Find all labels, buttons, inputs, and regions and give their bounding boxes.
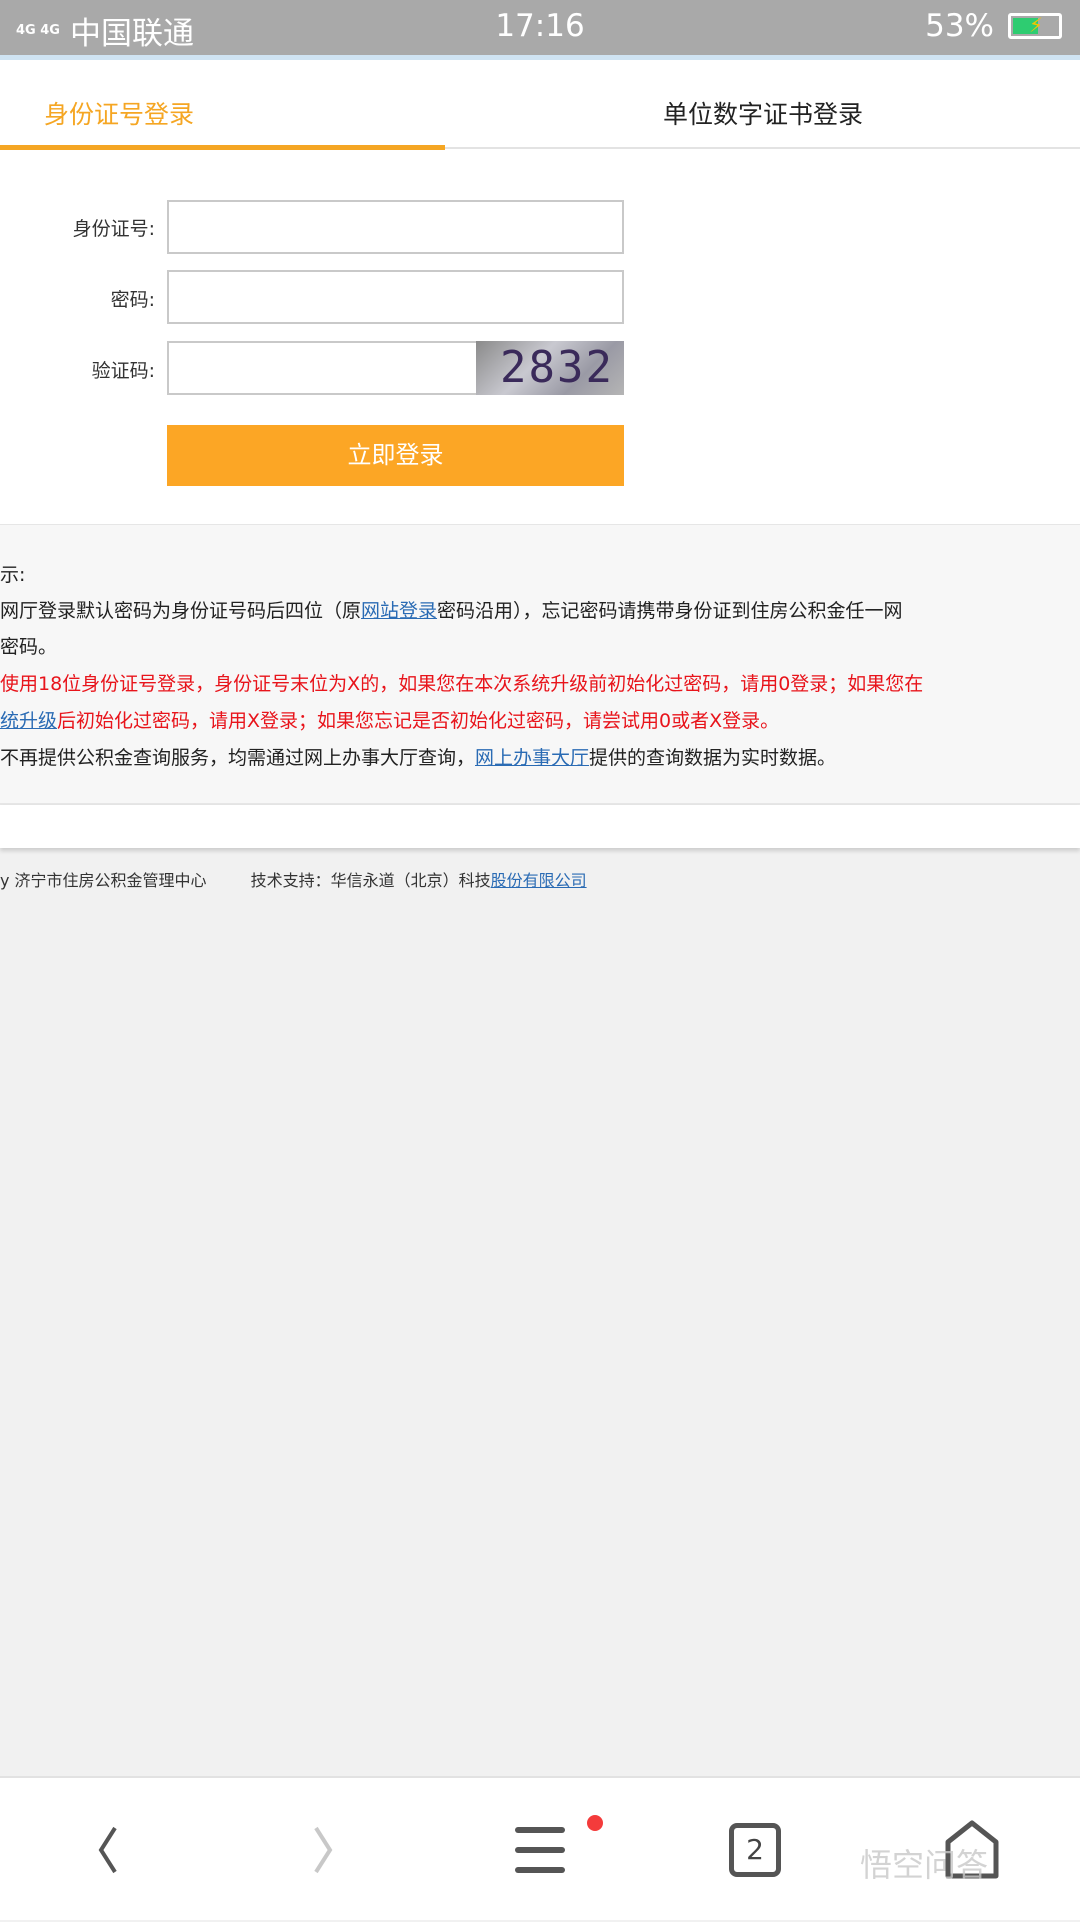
chevron-right-icon xyxy=(314,1826,333,1874)
id-number-input[interactable] xyxy=(167,200,624,254)
tab-id-login[interactable]: 身份证号登录 xyxy=(44,95,194,131)
spacer-band xyxy=(0,805,1080,848)
tip-line-4: 统升级后初始化过密码，请用X登录；如果您忘记是否初始化过密码，请尝试用0或者X登… xyxy=(0,706,779,733)
tips-heading: 示: xyxy=(0,564,26,586)
website-login-link[interactable]: 网站登录 xyxy=(361,600,437,622)
tip-text: 后初始化过密码，请用X登录；如果您忘记是否初始化过密码，请尝试用0或者X登录。 xyxy=(57,710,780,732)
tab-certificate-login[interactable]: 单位数字证书登录 xyxy=(663,95,863,131)
tip-text: 提供的查询数据为实时数据。 xyxy=(589,747,837,769)
tabs-button[interactable]: 2 xyxy=(695,1778,815,1922)
tabs-icon: 2 xyxy=(729,1823,781,1877)
active-tab-indicator xyxy=(0,145,445,150)
forward-button[interactable] xyxy=(263,1778,383,1922)
tip-text: 网厅登录默认密码为身份证号码后四位（原 xyxy=(0,600,362,622)
tip-line-1: 网厅登录默认密码为身份证号码后四位（原网站登录密码沿用），忘记密码请携带身份证到… xyxy=(0,596,903,623)
password-label: 密码: xyxy=(110,289,155,311)
footer-support: 技术支持：华信永道（北京）科技 xyxy=(250,871,491,890)
battery-percent: 53% xyxy=(925,8,994,44)
back-button[interactable] xyxy=(48,1778,168,1922)
clock: 17:16 xyxy=(495,8,585,44)
id-label: 身份证号: xyxy=(72,218,155,240)
footer-owner: y 济宁市住房公积金管理中心 xyxy=(0,871,207,890)
menu-button[interactable] xyxy=(480,1778,600,1922)
footer-company-link[interactable]: 股份有限公司 xyxy=(491,871,587,890)
notification-dot xyxy=(587,1815,603,1831)
menu-icon xyxy=(515,1827,565,1873)
login-button[interactable]: 立即登录 xyxy=(167,425,624,486)
password-input[interactable] xyxy=(167,270,624,324)
tip-text: 密码沿用），忘记密码请携带身份证到住房公积金任一网 xyxy=(437,600,903,622)
tip-line-3: 使用18位身份证号登录，身份证号末位为X的，如果您在本次系统升级前初始化过密码，… xyxy=(0,673,924,695)
captcha-input[interactable] xyxy=(167,341,479,395)
footer: y 济宁市住房公积金管理中心 技术支持：华信永道（北京）科技股份有限公司 xyxy=(0,867,587,891)
tip-line-5: 不再提供公积金查询服务，均需通过网上办事大厅查询，网上办事大厅提供的查询数据为实… xyxy=(0,743,836,770)
watermark: 悟空问答 xyxy=(860,1846,989,1884)
chevron-left-icon xyxy=(98,1826,117,1874)
system-upgrade-link[interactable]: 统升级 xyxy=(0,710,57,732)
captcha-image[interactable]: 2832 xyxy=(476,341,624,395)
battery-icon: ⚡ xyxy=(1008,13,1062,39)
tip-line-2: 密码。 xyxy=(0,636,58,658)
tips-panel: 示: 网厅登录默认密码为身份证号码后四位（原网站登录密码沿用），忘记密码请携带身… xyxy=(0,524,1080,805)
online-hall-link[interactable]: 网上办事大厅 xyxy=(475,747,589,769)
captcha-label: 验证码: xyxy=(91,360,155,382)
status-bar: 4G 4G 中国联通 17:16 53% ⚡ xyxy=(0,0,1080,55)
tab-count: 2 xyxy=(746,1833,764,1866)
tip-text: 不再提供公积金查询服务，均需通过网上办事大厅查询， xyxy=(0,747,476,769)
